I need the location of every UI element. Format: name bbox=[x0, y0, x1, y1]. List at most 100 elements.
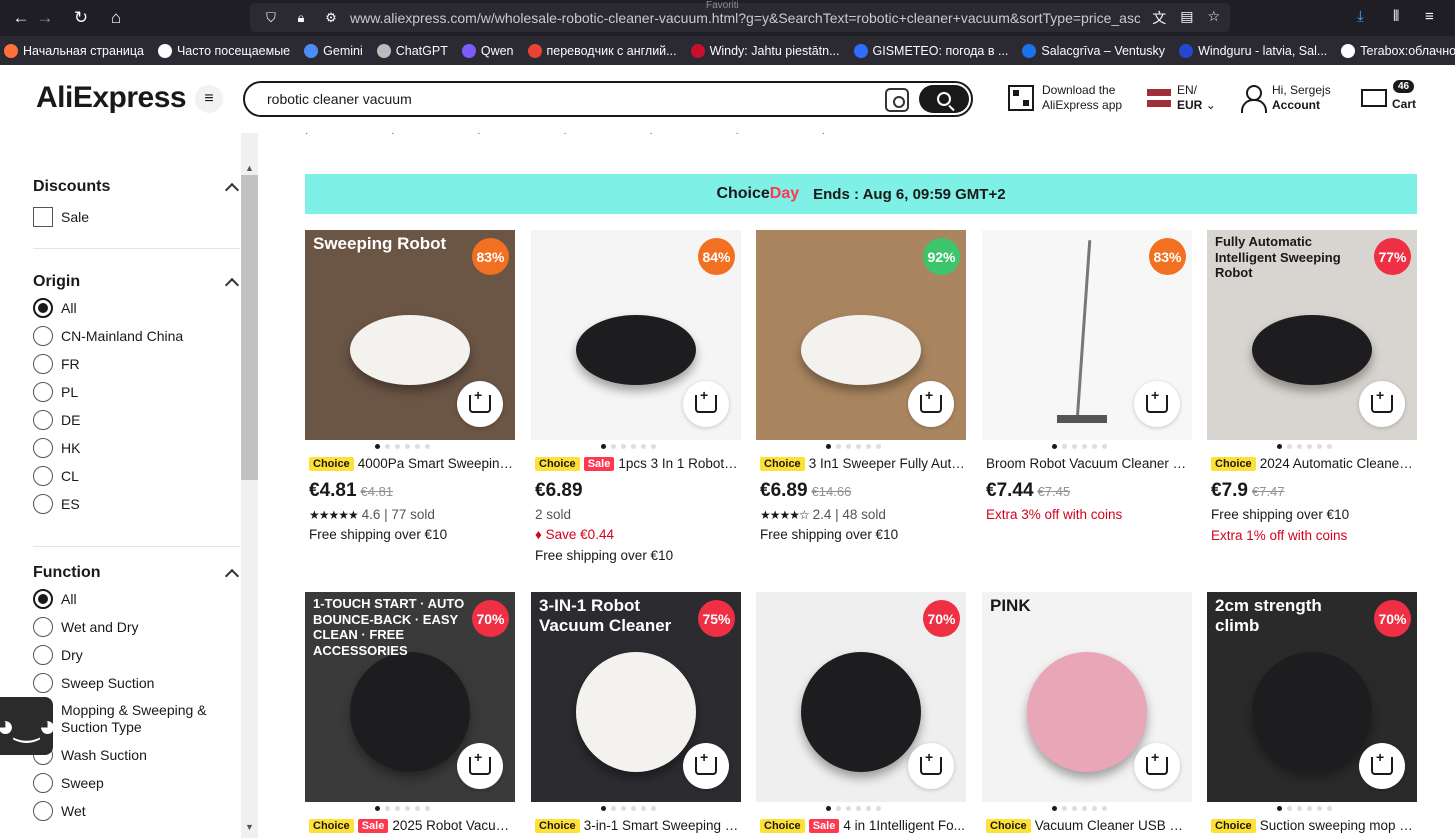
image-carousel-dots[interactable] bbox=[375, 806, 430, 811]
radio-button[interactable] bbox=[33, 354, 53, 374]
product-image[interactable]: 1-TOUCH START · AUTO BOUNCE-BACK · EASY … bbox=[305, 592, 515, 802]
scroll-down-icon[interactable]: ▼ bbox=[241, 819, 258, 836]
filter-option[interactable]: All bbox=[33, 585, 240, 613]
product-title[interactable]: Choice Suction sweeping mop robot bbox=[1211, 818, 1417, 833]
filter-option[interactable]: DE bbox=[33, 406, 240, 434]
product-image[interactable]: Sweeping Robot 83% bbox=[305, 230, 515, 440]
bookmark-item[interactable]: GISMETEO: погода в ... bbox=[853, 43, 1008, 58]
product-image[interactable]: 83% bbox=[982, 230, 1192, 440]
shield-icon[interactable]: ⛉ bbox=[262, 10, 280, 26]
filter-option[interactable]: PL bbox=[33, 378, 240, 406]
radio-button[interactable] bbox=[33, 410, 53, 430]
product-title[interactable]: Choice3 In1 Sweeper Fully Automatic bbox=[760, 456, 966, 471]
chevron-up-icon[interactable] bbox=[224, 568, 240, 583]
filter-option[interactable]: Mopping & Sweeping & Suction Type bbox=[33, 697, 240, 741]
url-text[interactable]: www.aliexpress.com/w/wholesale-robotic-c… bbox=[350, 10, 1140, 26]
choice-day-banner[interactable]: ChoiceDay Ends : Aug 6, 09:59 GMT+2 bbox=[305, 174, 1417, 214]
filter-option-sale[interactable]: Sale bbox=[33, 203, 240, 231]
filter-option[interactable]: Sweep Suction bbox=[33, 669, 240, 697]
filter-option[interactable]: Sweep bbox=[33, 769, 240, 797]
image-carousel-dots[interactable] bbox=[1052, 444, 1107, 449]
filter-option[interactable]: HK bbox=[33, 434, 240, 462]
product-card[interactable]: 92% Choice3 In1 Sweeper Fully Automatic €6… bbox=[756, 230, 966, 542]
search-button[interactable] bbox=[919, 85, 969, 113]
scroll-up-icon[interactable]: ▲ bbox=[241, 160, 258, 177]
address-bar[interactable]: ⛉ 🔒︎ ⚙ www.aliexpress.com/w/wholesale-ro… bbox=[250, 3, 1230, 32]
add-to-cart-button[interactable] bbox=[1134, 381, 1180, 427]
product-card[interactable]: Fully Automatic Intelligent Sweeping Rob… bbox=[1207, 230, 1417, 543]
add-to-cart-button[interactable] bbox=[457, 381, 503, 427]
checkbox[interactable] bbox=[33, 207, 53, 227]
product-card[interactable]: 3-IN-1 Robot Vacuum Cleaner 75% Choice3-in… bbox=[531, 592, 741, 833]
radio-button[interactable] bbox=[33, 466, 53, 486]
bookmark-item[interactable]: Salacgrīva – Ventusky bbox=[1022, 43, 1165, 58]
translate-icon[interactable]: 文 bbox=[1152, 8, 1166, 28]
assistant-mascot-icon[interactable]: ◕‿◕ bbox=[0, 697, 57, 755]
radio-button[interactable] bbox=[33, 617, 53, 637]
product-title[interactable]: ChoiceSale2025 Robot Vacuum Cleaner bbox=[309, 818, 515, 833]
image-carousel-dots[interactable] bbox=[826, 806, 881, 811]
product-image[interactable]: 70% bbox=[756, 592, 966, 802]
lock-icon[interactable]: 🔒︎ bbox=[292, 10, 310, 26]
image-search-icon[interactable] bbox=[885, 88, 909, 112]
product-card[interactable]: 70% ChoiceSale4 in 1Intelligent Fo... bbox=[756, 592, 966, 833]
back-arrow-icon[interactable]: ← bbox=[10, 7, 32, 29]
radio-button[interactable] bbox=[33, 645, 53, 665]
radio-button[interactable] bbox=[33, 438, 53, 458]
product-image[interactable]: 2cm strength climb 70% bbox=[1207, 592, 1417, 802]
language-currency-selector[interactable]: EN/EUR ⌄ bbox=[1147, 83, 1216, 113]
product-title[interactable]: Choice4000Pa Smart Sweeping Robot bbox=[309, 456, 515, 471]
radio-button[interactable] bbox=[33, 801, 53, 821]
bookmark-item[interactable]: ChatGPT bbox=[376, 43, 448, 58]
product-title[interactable]: Choice3-in-1 Smart Sweeping Robot bbox=[535, 818, 741, 833]
sidebar-scroll-thumb[interactable] bbox=[241, 175, 258, 480]
forward-arrow-icon[interactable]: → bbox=[34, 7, 56, 29]
search-input[interactable] bbox=[267, 91, 867, 107]
add-to-cart-button[interactable] bbox=[457, 743, 503, 789]
bookmark-item[interactable]: Часто посещаемые bbox=[157, 43, 290, 58]
radio-button[interactable] bbox=[33, 326, 53, 346]
bookmark-item[interactable]: Начальная страница bbox=[4, 43, 144, 58]
image-carousel-dots[interactable] bbox=[601, 806, 656, 811]
filter-option[interactable]: FR bbox=[33, 350, 240, 378]
library-icon[interactable]: ⫴ bbox=[1393, 8, 1399, 25]
product-image[interactable]: 92% bbox=[756, 230, 966, 440]
bookmark-item[interactable]: Windy: Jahtu piestātn... bbox=[690, 43, 840, 58]
radio-button[interactable] bbox=[33, 589, 53, 609]
product-card[interactable]: Sweeping Robot 83% Choice4000Pa Smart Swee… bbox=[305, 230, 515, 542]
chevron-up-icon[interactable] bbox=[224, 277, 240, 292]
filter-option[interactable]: Dry bbox=[33, 641, 240, 669]
product-card[interactable]: PINK ChoiceVacuum Cleaner USB Charging bbox=[982, 592, 1192, 833]
bookmark-item[interactable]: Windguru - latvia, Sal... bbox=[1179, 43, 1327, 58]
radio-button[interactable] bbox=[33, 298, 53, 318]
filter-option[interactable]: ES bbox=[33, 490, 240, 518]
add-to-cart-button[interactable] bbox=[908, 381, 954, 427]
radio-button[interactable] bbox=[33, 773, 53, 793]
product-title[interactable]: ChoiceSale1pcs 3 In 1 Robot Vacuum Clean… bbox=[535, 456, 741, 471]
add-to-cart-button[interactable] bbox=[1134, 743, 1180, 789]
add-to-cart-button[interactable] bbox=[683, 381, 729, 427]
filter-option[interactable]: CN-Mainland China bbox=[33, 322, 240, 350]
image-carousel-dots[interactable] bbox=[375, 444, 430, 449]
filter-option[interactable]: All bbox=[33, 294, 240, 322]
bookmark-item[interactable]: переводчик с англий... bbox=[527, 43, 677, 58]
product-image[interactable]: 84% bbox=[531, 230, 741, 440]
product-title[interactable]: Choice Sale 4 in 1Intelligent Fo... bbox=[760, 818, 966, 833]
radio-button[interactable] bbox=[33, 382, 53, 402]
reload-icon[interactable]: ↻ bbox=[70, 7, 92, 29]
bookmark-item[interactable]: Qwen bbox=[461, 43, 514, 58]
product-image[interactable]: 3-IN-1 Robot Vacuum Cleaner 75% bbox=[531, 592, 741, 802]
permissions-icon[interactable]: ⚙ bbox=[322, 10, 340, 26]
download-app-link[interactable]: Download the AliExpress app bbox=[1008, 83, 1122, 113]
image-carousel-dots[interactable] bbox=[1052, 806, 1107, 811]
product-image[interactable]: PINK bbox=[982, 592, 1192, 802]
aliexpress-logo[interactable]: AliExpress bbox=[36, 81, 187, 115]
bookmark-item[interactable]: Gemini bbox=[304, 43, 363, 58]
filter-option[interactable]: Wash Suction bbox=[33, 741, 240, 769]
image-carousel-dots[interactable] bbox=[1277, 444, 1332, 449]
filter-option[interactable]: Wet bbox=[33, 797, 240, 825]
product-title[interactable]: Broom Robot Vacuum Cleaner Mop bbox=[986, 456, 1192, 471]
categories-menu-icon[interactable]: ≡ bbox=[195, 85, 223, 113]
product-card[interactable]: 83% Broom Robot Vacuum Cleaner Mop €7.44€7… bbox=[982, 230, 1192, 522]
filter-option[interactable]: Wet and Dry bbox=[33, 613, 240, 641]
